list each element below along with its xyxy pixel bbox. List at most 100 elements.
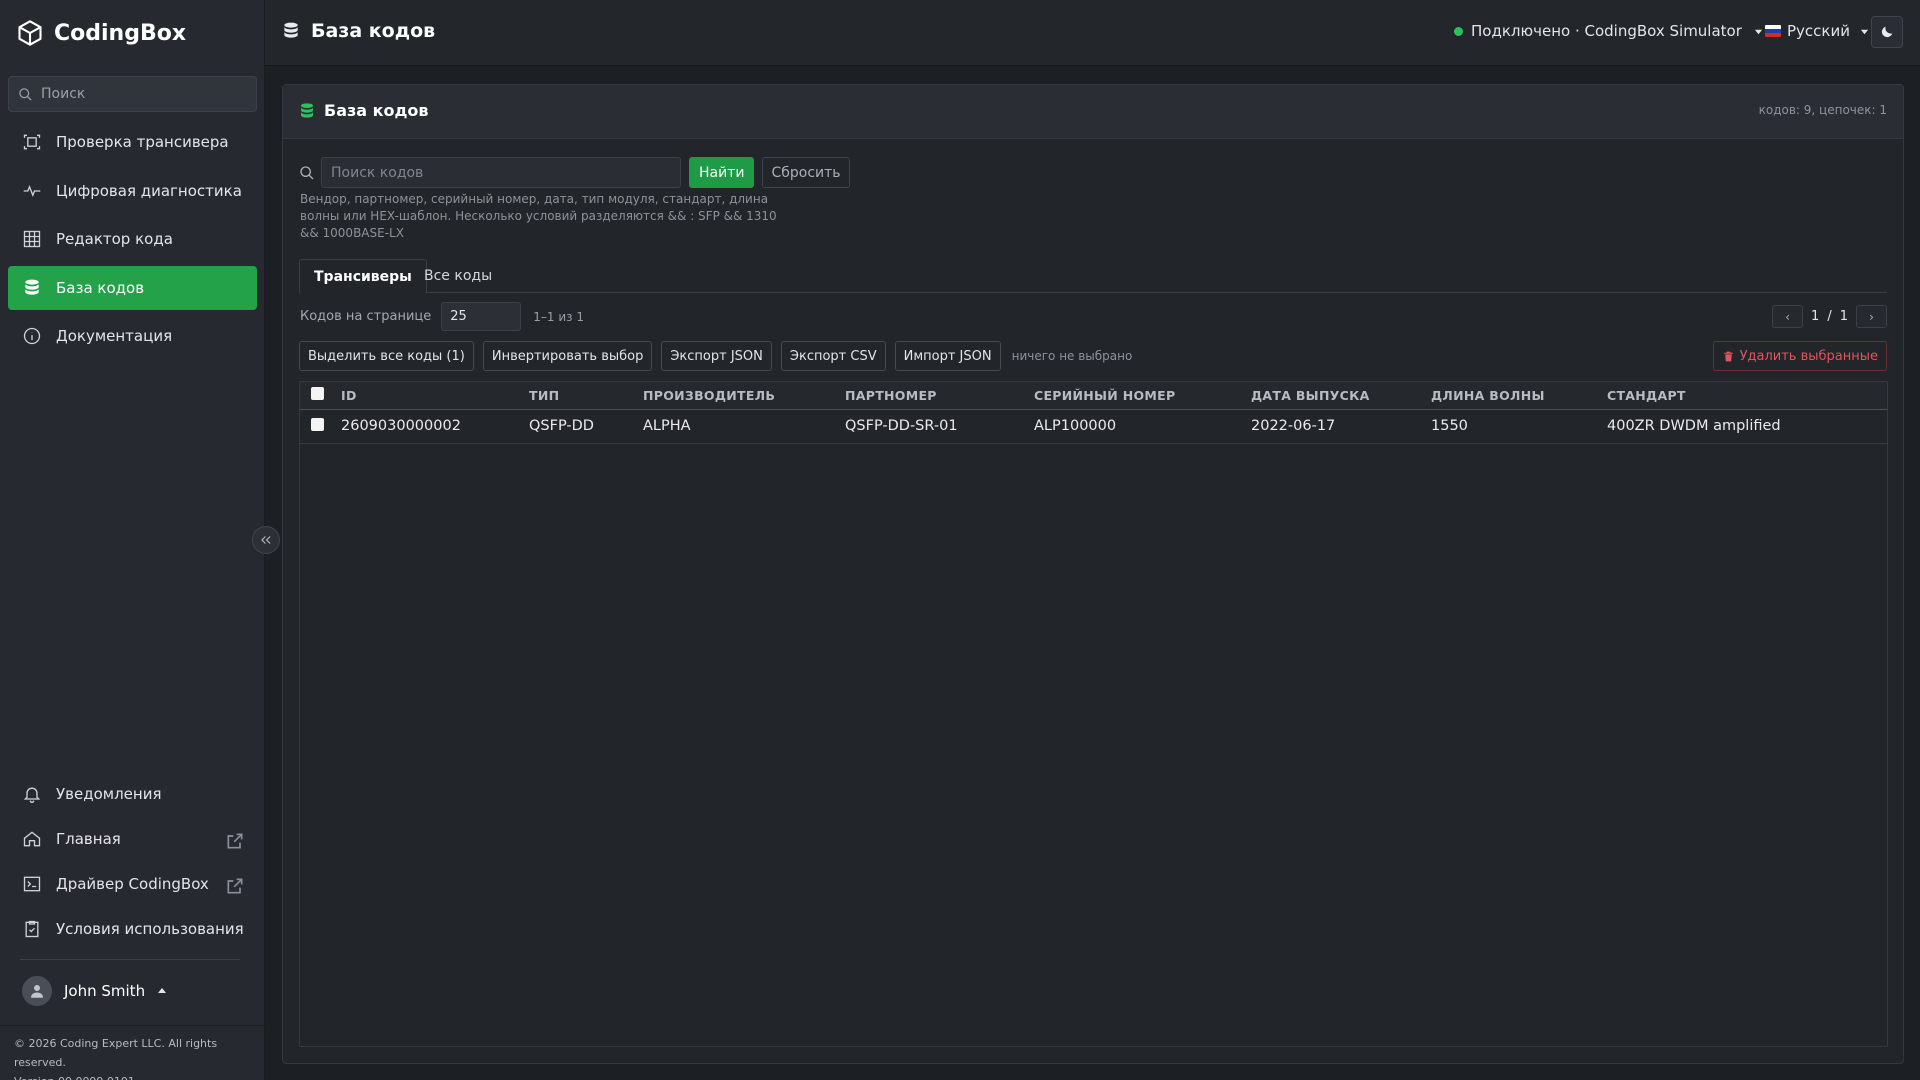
russia-flag-icon: [1765, 25, 1781, 37]
card-title: База кодов: [299, 101, 429, 120]
trash-icon: [1723, 351, 1733, 361]
column-header-standard[interactable]: СТАНДАРТ: [1607, 382, 1887, 409]
export-csv-button[interactable]: Экспорт CSV: [780, 341, 886, 371]
pagination: ‹ 1 / 1 ›: [1772, 305, 1887, 328]
external-link-icon: [227, 878, 243, 894]
select-all-checkbox[interactable]: [311, 387, 324, 401]
find-button[interactable]: Найти: [689, 157, 755, 188]
row-checkbox[interactable]: [311, 417, 324, 431]
sidebar-item-code-editor[interactable]: Редактор кода: [8, 217, 257, 261]
brand-name: CodingBox: [54, 20, 187, 46]
sidebar-search[interactable]: Поиск: [8, 76, 257, 112]
sidebar-item-terms[interactable]: Условия использования: [8, 907, 257, 952]
database-icon: [284, 22, 298, 38]
search-icon: [19, 87, 32, 101]
sidebar-item-label: Драйвер CodingBox: [56, 875, 209, 894]
connection-dropdown[interactable]: Подключено · CodingBox Simulator: [1454, 22, 1763, 40]
connection-label: Подключено · CodingBox Simulator: [1471, 22, 1742, 40]
column-header-type[interactable]: ТИП: [529, 382, 643, 409]
copyright-text: © 2026 Coding Expert LLC. All rights res…: [14, 1037, 218, 1069]
selection-status: ничего не выбрано: [1011, 349, 1133, 363]
card-title-text: База кодов: [324, 101, 429, 120]
per-page-input[interactable]: [441, 302, 522, 331]
chevron-down-icon: [1860, 29, 1869, 34]
select-all-button[interactable]: Выделить все коды (1): [299, 341, 474, 371]
import-json-button[interactable]: Импорт JSON: [894, 341, 1001, 371]
tab-all-codes[interactable]: Все коды: [410, 259, 506, 293]
codes-table: ID ТИП ПРОИЗВОДИТЕЛЬ ПАРТНОМЕР СЕРИЙНЫЙ …: [300, 382, 1887, 444]
sidebar-collapse-button[interactable]: [252, 526, 280, 554]
next-page-button[interactable]: ›: [1856, 305, 1887, 328]
sidebar-search-placeholder: Поиск: [41, 86, 86, 102]
user-menu[interactable]: John Smith: [22, 976, 167, 1006]
tab-transceivers[interactable]: Трансиверы: [299, 259, 427, 294]
sidebar-item-driver[interactable]: Драйвер CodingBox: [8, 862, 257, 907]
sidebar-item-label: Проверка трансивера: [56, 133, 229, 151]
theme-toggle-button[interactable]: [1871, 16, 1903, 48]
prev-page-button[interactable]: ‹: [1772, 305, 1804, 328]
sidebar-item-notifications[interactable]: Уведомления: [8, 772, 257, 817]
user-icon: [31, 985, 43, 998]
column-header-serial[interactable]: СЕРИЙНЫЙ НОМЕР: [1034, 382, 1251, 409]
column-header-vendor[interactable]: ПРОИЗВОДИТЕЛЬ: [643, 382, 845, 409]
language-dropdown[interactable]: Русский: [1765, 22, 1869, 40]
caret-up-icon: [158, 988, 167, 993]
export-json-button[interactable]: Экспорт JSON: [661, 341, 772, 371]
per-page-control: Кодов на странице 1–1 из 1: [300, 302, 584, 331]
sidebar-item-label: Уведомления: [56, 785, 162, 804]
sidebar-divider: [20, 959, 240, 960]
cell-type: QSFP-DD: [529, 418, 594, 434]
page-title: База кодов: [281, 20, 435, 42]
table-header-row: ID ТИП ПРОИЗВОДИТЕЛЬ ПАРТНОМЕР СЕРИЙНЫЙ …: [300, 382, 1887, 409]
cube-icon: [18, 20, 42, 46]
delete-selected-button[interactable]: Удалить выбранные: [1712, 341, 1887, 371]
code-search-input[interactable]: [321, 157, 681, 188]
column-header-id[interactable]: ID: [341, 382, 529, 409]
scan-icon: [23, 134, 41, 150]
home-icon: [23, 831, 41, 847]
page-separator: /: [1827, 309, 1832, 324]
range-text: 1–1 из 1: [533, 309, 584, 324]
reset-button[interactable]: Сбросить: [762, 157, 850, 188]
topbar: База кодов Подключено · CodingBox Simula…: [265, 0, 1920, 66]
sidebar-nav: Проверка трансивера Цифровая диагностика…: [8, 120, 257, 363]
sidebar-item-label: База кодов: [56, 278, 145, 297]
external-link-icon: [227, 833, 243, 849]
column-header-partnumber[interactable]: ПАРТНОМЕР: [845, 382, 1034, 409]
brand-logo[interactable]: CodingBox: [16, 18, 186, 48]
codes-table-container: ID ТИП ПРОИЗВОДИТЕЛЬ ПАРТНОМЕР СЕРИЙНЫЙ …: [299, 381, 1888, 1047]
code-database-card: База кодов кодов: 9, цепочек: 1 Найти Сб…: [282, 84, 1904, 1064]
sidebar-item-transceiver-check[interactable]: Проверка трансивера: [8, 120, 257, 164]
total-pages: 1: [1839, 309, 1848, 324]
version-text: Version 00.0099.0101: [14, 1072, 264, 1080]
search-hint: Вендор, партномер, серийный номер, дата,…: [300, 192, 777, 240]
cell-wavelength: 1550: [1431, 418, 1468, 434]
sidebar-item-label: Документация: [56, 327, 173, 345]
cell-date: 2022-06-17: [1251, 418, 1336, 434]
table-row[interactable]: 2609030000002 QSFP-DD ALPHA QSFP-DD-SR-0…: [300, 409, 1887, 443]
chevrons-left-icon: [261, 536, 271, 544]
invert-selection-button[interactable]: Инвертировать выбор: [482, 341, 653, 371]
cell-id: 2609030000002: [341, 418, 461, 434]
sidebar-item-digital-diagnostics[interactable]: Цифровая диагностика: [8, 169, 257, 213]
database-icon: [25, 279, 39, 295]
column-header-date[interactable]: ДАТА ВЫПУСКА: [1251, 382, 1431, 409]
sidebar-footer: © 2026 Coding Expert LLC. All rights res…: [14, 1034, 264, 1080]
delete-selected-label: Удалить выбранные: [1739, 348, 1878, 364]
pulse-icon: [23, 184, 41, 197]
sidebar-item-label: Условия использования: [56, 920, 244, 939]
sidebar-item-label: Редактор кода: [56, 230, 173, 248]
current-page: 1: [1811, 309, 1820, 324]
code-count: кодов: 9, цепочек: 1: [1758, 103, 1887, 117]
clipboard-icon: [25, 921, 39, 938]
sidebar-item-home[interactable]: Главная: [8, 817, 257, 862]
sidebar-item-code-database[interactable]: База кодов: [8, 265, 257, 310]
bell-icon: [23, 787, 41, 804]
card-header: База кодов кодов: 9, цепочек: 1: [283, 85, 1903, 139]
sidebar-footer-divider: [0, 1025, 265, 1026]
info-icon: [23, 327, 41, 345]
cell-serial: ALP100000: [1034, 418, 1117, 434]
sidebar-item-documentation[interactable]: Документация: [8, 314, 257, 358]
column-header-wavelength[interactable]: ДЛИНА ВОЛНЫ: [1431, 382, 1607, 409]
app-root: CodingBox Поиск Проверка трансивера Цифр…: [0, 0, 1920, 1080]
